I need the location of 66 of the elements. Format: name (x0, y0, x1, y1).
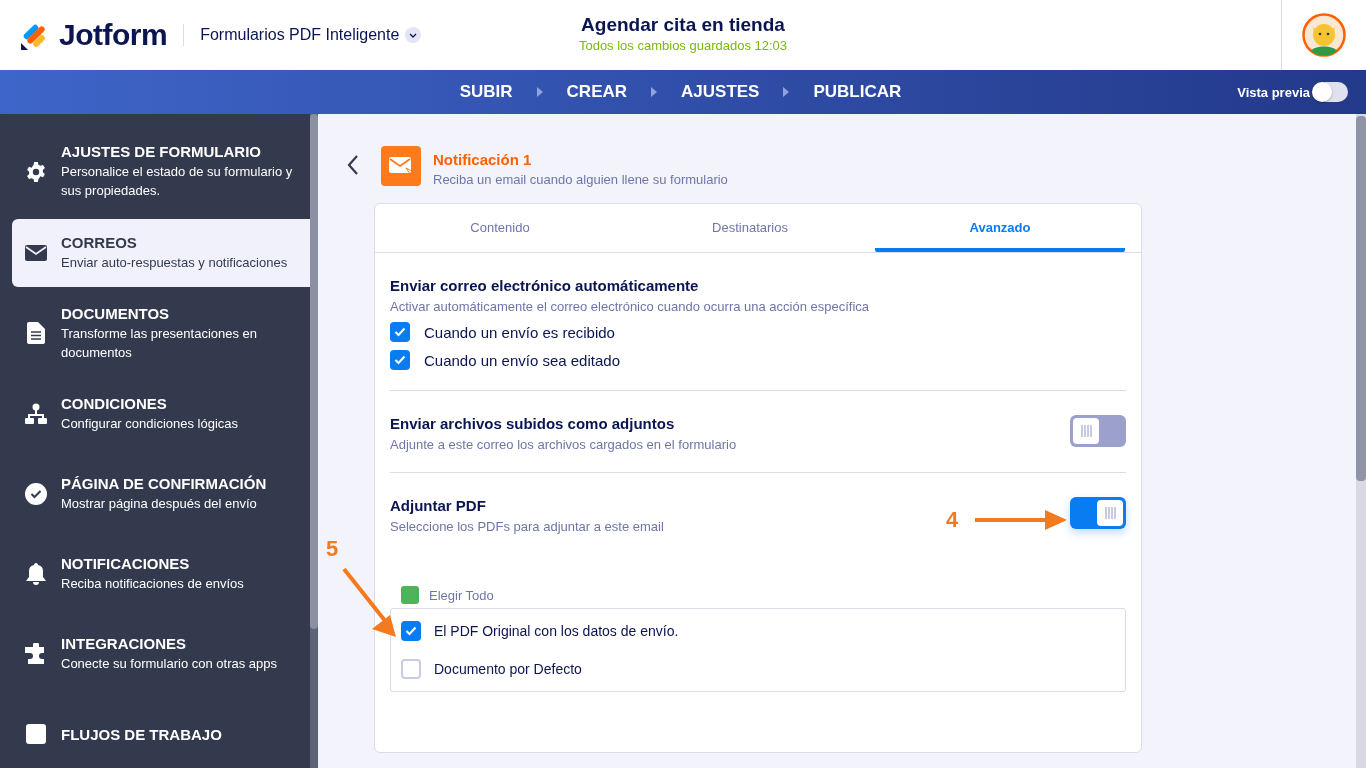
sidebar-item[interactable]: FLUJOS DE TRABAJO (12, 700, 310, 768)
step-tab[interactable]: SUBIR (455, 82, 517, 102)
select-all-label: Elegir Todo (429, 587, 494, 603)
tab[interactable]: Avanzado (875, 204, 1125, 252)
grip-icon (1104, 506, 1116, 520)
document-icon (27, 322, 45, 345)
tab[interactable]: Destinatarios (625, 204, 875, 252)
section-title: Enviar correo electrónico automáticamente (390, 277, 700, 294)
option-label: Cuando un envío sea editado (424, 351, 620, 369)
check-icon (394, 355, 406, 365)
check-circle-icon (25, 483, 47, 505)
scrollbar[interactable] (1356, 114, 1366, 768)
scrollbar[interactable] (310, 114, 318, 768)
arrow (342, 567, 398, 637)
avatar-icon[interactable] (1302, 13, 1346, 57)
save-status: Todos los cambios guardados 12:03 (578, 38, 788, 53)
check-icon (394, 327, 406, 337)
brand-name: Jotform (59, 18, 168, 52)
step-number: 4 (946, 507, 959, 533)
notification-subtitle: Reciba un email cuando alguien llene su formulario (433, 172, 728, 187)
caret-icon (409, 32, 418, 38)
pdf-option-label: El PDF Original con los datos de envío. (434, 623, 679, 639)
pdf-option-label: Documento por Defecto (434, 661, 582, 677)
select-all-checkbox[interactable] (401, 586, 419, 604)
tab[interactable]: Contenido (375, 204, 625, 252)
envelope-icon (25, 244, 47, 261)
section-title: Enviar archivos subidos como adjuntos (390, 415, 676, 432)
sidebar-item[interactable]: NOTIFICACIONES Reciba notificaciones de envíos (12, 540, 310, 608)
grip-icon (1080, 424, 1092, 438)
checkbox[interactable] (390, 350, 410, 370)
section-description: Adjunte a este correo los archivos cargados en el formulario (390, 437, 737, 452)
checkbox[interactable] (401, 621, 421, 641)
form-title: Agendar cita en tienda (581, 14, 785, 36)
gear-icon (25, 160, 47, 183)
bell-icon (26, 563, 46, 585)
checkbox[interactable] (401, 659, 421, 679)
section-description: Activar automáticamente el correo electrónico cuando ocurra una acción específica (390, 299, 870, 314)
notification-title: Notificación 1 (433, 151, 533, 168)
preview-label: Vista previa (1237, 84, 1310, 100)
puzzle-icon (25, 643, 47, 665)
chevron-icon (536, 87, 543, 97)
sidebar-item[interactable]: CORREOS Enviar auto-respuestas y notificaciones (12, 218, 310, 287)
sidebar-item[interactable]: PÁGINA DE CONFIRMACIÓN Mostrar página después del envío (12, 460, 310, 528)
envelope-icon (381, 146, 421, 186)
chevron-icon (651, 87, 658, 97)
toggle-switch[interactable] (1070, 497, 1126, 529)
chevron-icon (347, 154, 359, 176)
step-number: 5 (326, 536, 339, 562)
step-tab[interactable]: CREAR (562, 82, 632, 102)
checkbox[interactable] (390, 322, 410, 342)
sidebar-item[interactable]: CONDICIONES Configurar condiciones lógicas (12, 380, 310, 448)
sidebar-item[interactable]: INTEGRACIONES Conecte su formulario con otras apps (12, 620, 310, 688)
hierarchy-icon (25, 403, 47, 425)
product-name: Formularios PDF Inteligente (200, 26, 400, 44)
chevron-icon (783, 87, 790, 97)
section-title: Adjuntar PDF (390, 497, 487, 514)
sidebar-item[interactable]: AJUSTES DE FORMULARIO Personalice el estado de su formulario y sus propiedades. (12, 137, 310, 207)
option-label: Cuando un envío es recibido (424, 323, 615, 341)
step-tab[interactable]: AJUSTES (677, 82, 764, 102)
square-icon (25, 723, 47, 745)
section-description: Seleccione los PDFs para adjuntar a este email (390, 519, 664, 534)
toggle-switch[interactable] (1070, 415, 1126, 447)
sidebar-item[interactable]: DOCUMENTOS Transforme las presentaciones en documentos (12, 298, 310, 368)
dropdown-button[interactable] (405, 27, 422, 43)
check-icon (405, 626, 417, 636)
step-tab[interactable]: PUBLICAR (809, 82, 906, 102)
